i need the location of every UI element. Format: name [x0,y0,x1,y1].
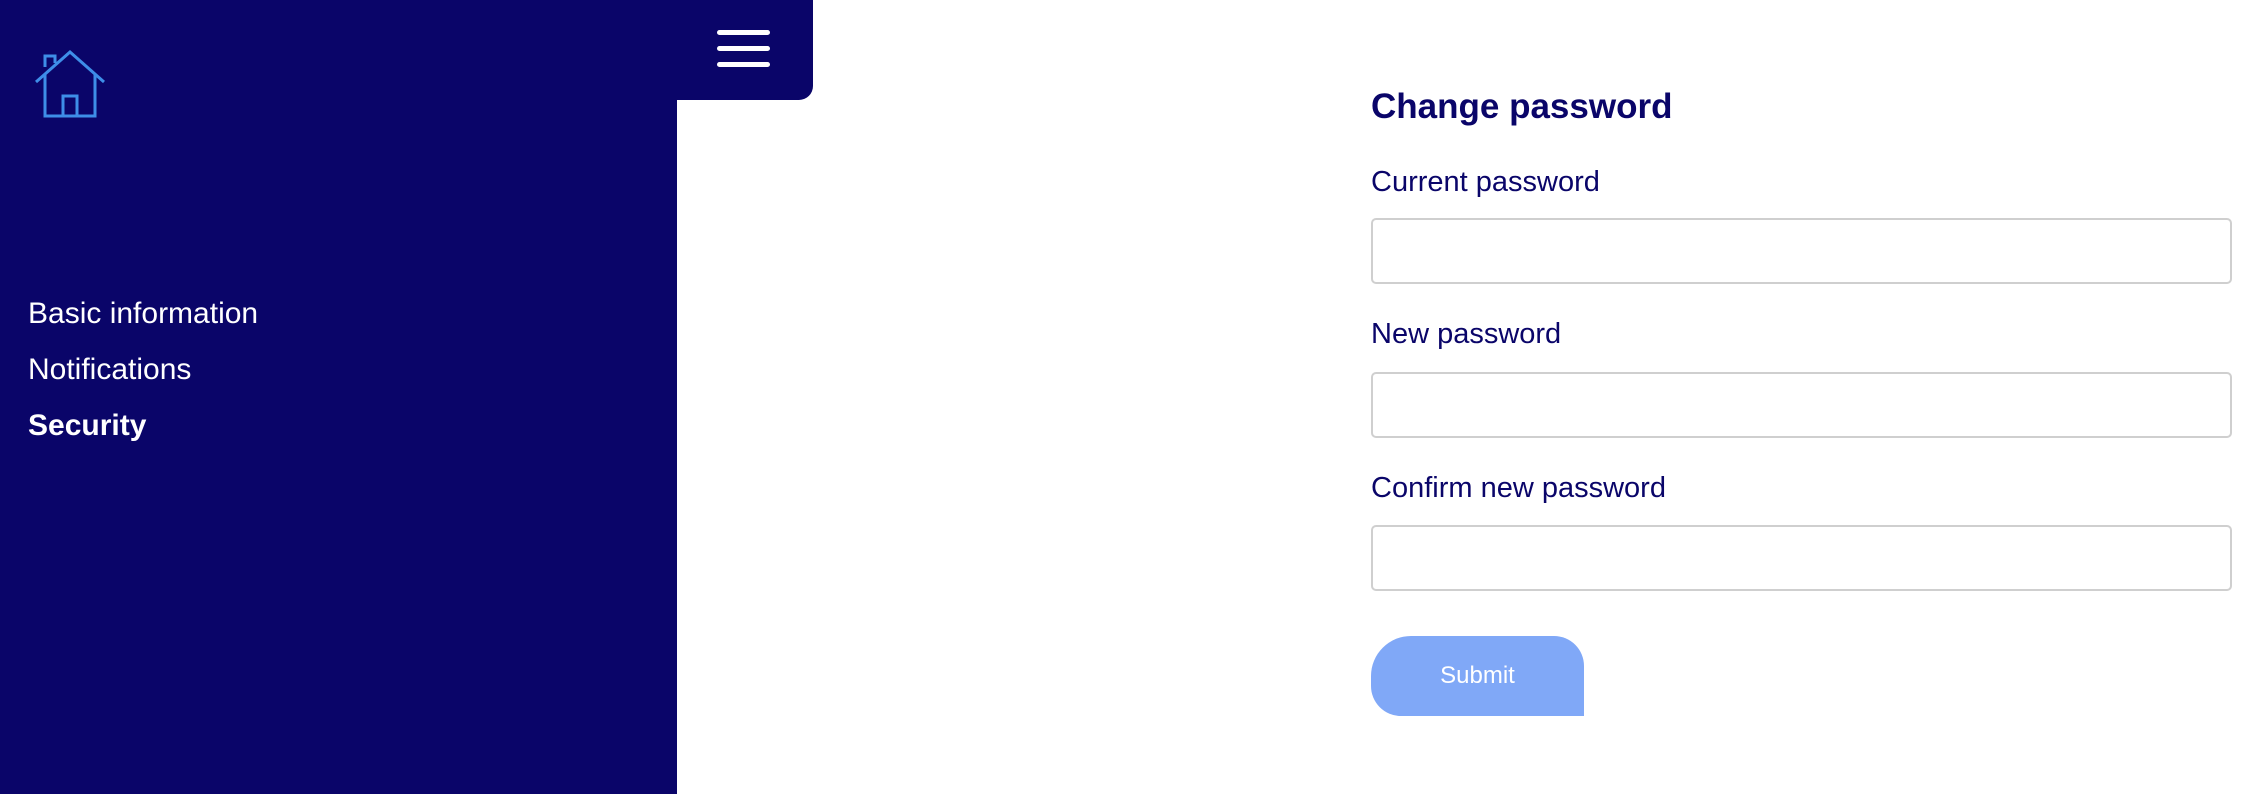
form-title: Change password [1371,87,1673,126]
sidebar-item-basic-information[interactable]: Basic information [28,286,258,342]
hamburger-line [717,30,770,35]
settings-nav: Basic information Notifications Security [28,286,258,454]
hamburger-line [717,62,770,67]
confirm-new-password-label: Confirm new password [1371,472,1666,504]
home-icon[interactable] [33,50,107,120]
submit-button[interactable]: Submit [1371,636,1584,716]
sidebar: Basic information Notifications Security [0,0,677,794]
hamburger-menu-icon[interactable] [717,30,770,68]
sidebar-item-security[interactable]: Security [28,398,258,454]
current-password-input[interactable] [1371,218,2232,284]
new-password-label: New password [1371,318,1562,350]
hamburger-line [717,46,770,51]
sidebar-item-notifications[interactable]: Notifications [28,342,258,398]
current-password-label: Current password [1371,166,1600,198]
new-password-input[interactable] [1371,372,2232,438]
confirm-new-password-input[interactable] [1371,525,2232,591]
